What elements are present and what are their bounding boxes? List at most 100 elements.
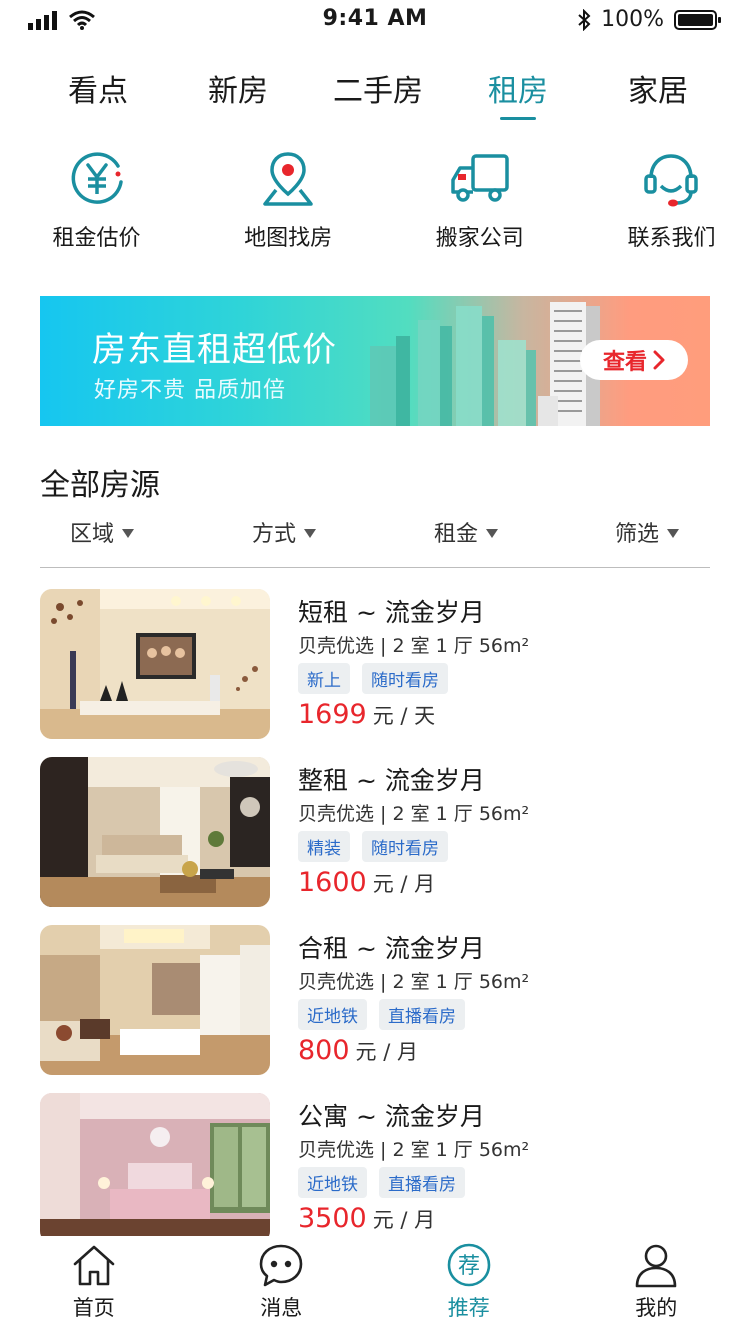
nav-home[interactable]: 首页 xyxy=(1,1236,186,1334)
dropdown-triangle-icon xyxy=(122,528,135,538)
battery-percent: 100% xyxy=(601,7,664,32)
listing-price: 1600 元 / 月 xyxy=(298,867,435,898)
home-icon xyxy=(73,1245,115,1286)
quick-entry-rent-estimate[interactable]: 租金估价 xyxy=(14,148,179,258)
listing-meta: 贝壳优选 | 2 室 1 厅 56m² xyxy=(298,635,530,657)
living-room-photo xyxy=(40,757,270,907)
listing-title: 短租 ~ 流金岁月 xyxy=(298,598,485,627)
listing-tag: 随时看房 xyxy=(362,831,448,862)
status-bar: 9:41 AM 100% xyxy=(0,0,750,40)
filter-area[interactable]: 区域 xyxy=(70,516,135,548)
dropdown-triangle-icon xyxy=(486,528,499,538)
tab-xinfang[interactable]: 新房 xyxy=(168,66,308,126)
price-value: 800 xyxy=(298,1035,350,1066)
nav-label: 首页 xyxy=(72,1296,115,1320)
listing-title: 合租 ~ 流金岁月 xyxy=(298,934,485,963)
listing-tag: 新上 xyxy=(298,663,350,694)
quick-entry-map[interactable]: 地图找房 xyxy=(206,148,371,258)
quick-entry-label: 搬家公司 xyxy=(435,226,524,251)
map-pin-icon xyxy=(263,152,313,206)
living-room-photo xyxy=(40,925,270,1075)
listing-meta: 贝壳优选 | 2 室 1 厅 56m² xyxy=(298,803,530,825)
filter-label: 筛选 xyxy=(615,522,660,547)
listing-tags: 近地铁 直播看房 xyxy=(298,1167,465,1198)
price-unit: 元 / 天 xyxy=(372,704,436,728)
listing-meta: 贝壳优选 | 2 室 1 厅 56m² xyxy=(298,1139,530,1161)
listing-photo xyxy=(40,1093,270,1243)
recommend-glyph: 荐 xyxy=(458,1254,480,1279)
listing-photo xyxy=(40,757,270,907)
recommend-icon: 荐 xyxy=(447,1243,491,1287)
quick-entries: 租金估价 地图找房 搬家公司 联系我们 xyxy=(14,148,750,258)
nav-label: 推荐 xyxy=(447,1296,490,1320)
tab-zufang[interactable]: 租房 xyxy=(448,66,588,126)
listing-title: 整租 ~ 流金岁月 xyxy=(298,766,485,795)
bluetooth-icon xyxy=(578,8,591,31)
listing-item[interactable]: 短租 ~ 流金岁月 贝壳优选 | 2 室 1 厅 56m² 新上 随时看房 16… xyxy=(40,589,710,739)
listing-tag: 精装 xyxy=(298,831,350,862)
listing-photo xyxy=(40,925,270,1075)
price-value: 1600 xyxy=(298,867,367,898)
listing-tags: 近地铁 直播看房 xyxy=(298,999,465,1030)
filter-rent[interactable]: 租金 xyxy=(434,516,499,548)
nav-messages[interactable]: 消息 xyxy=(189,1236,374,1334)
tab-ershoufang[interactable]: 二手房 xyxy=(308,66,448,126)
price-unit: 元 / 月 xyxy=(372,1208,436,1232)
banner-subtitle: 好房不贵 品质加倍 xyxy=(94,378,286,403)
filter-more[interactable]: 筛选 xyxy=(615,516,680,548)
tab-jiaju[interactable]: 家居 xyxy=(588,66,728,126)
section-title: 全部房源 xyxy=(40,468,160,503)
yuan-coin-icon xyxy=(71,152,123,204)
tab-label: 看点 xyxy=(68,74,128,109)
filter-label: 租金 xyxy=(434,522,479,547)
nav-recommend[interactable]: 荐 推荐 xyxy=(376,1236,561,1334)
banner-button-label: 查看 xyxy=(602,350,647,375)
listing-tag: 近地铁 xyxy=(298,1167,367,1198)
chevron-right-icon xyxy=(653,350,665,370)
listing-price: 1699 元 / 天 xyxy=(298,699,435,730)
listing-item[interactable]: 合租 ~ 流金岁月 贝壳优选 | 2 室 1 厅 56m² 近地铁 直播看房 8… xyxy=(40,925,710,1075)
battery-icon xyxy=(674,9,721,30)
dropdown-triangle-icon xyxy=(304,528,317,538)
user-icon xyxy=(635,1244,677,1288)
nav-profile[interactable]: 我的 xyxy=(564,1236,749,1334)
quick-entry-contact[interactable]: 联系我们 xyxy=(589,148,750,258)
listing-title: 公寓 ~ 流金岁月 xyxy=(298,1102,485,1131)
active-tab-indicator xyxy=(500,117,536,120)
tab-label: 二手房 xyxy=(333,74,423,109)
quick-entry-movers[interactable]: 搬家公司 xyxy=(397,148,562,258)
tab-label: 家居 xyxy=(628,74,688,109)
message-icon xyxy=(259,1244,303,1287)
price-unit: 元 / 月 xyxy=(355,1040,418,1064)
filter-label: 方式 xyxy=(252,522,297,547)
listing-tag: 直播看房 xyxy=(379,1167,465,1198)
listing-item[interactable]: 公寓 ~ 流金岁月 贝壳优选 | 2 室 1 厅 56m² 近地铁 直播看房 3… xyxy=(40,1093,710,1243)
nav-label: 我的 xyxy=(635,1296,678,1320)
living-room-photo xyxy=(40,589,270,739)
listing-price: 3500 元 / 月 xyxy=(298,1203,435,1234)
city-buildings-illustration xyxy=(370,302,600,426)
promo-banner[interactable]: 房东直租超低价 好房不贵 品质加倍 查看 xyxy=(40,296,710,426)
listing-price: 800 元 / 月 xyxy=(298,1035,418,1066)
price-value: 3500 xyxy=(298,1203,367,1234)
filter-method[interactable]: 方式 xyxy=(252,516,317,548)
filter-label: 区域 xyxy=(70,522,115,547)
listing-meta: 贝壳优选 | 2 室 1 厅 56m² xyxy=(298,971,530,993)
listing-tags: 精装 随时看房 xyxy=(298,831,448,862)
price-unit: 元 / 月 xyxy=(372,872,436,896)
truck-icon xyxy=(451,154,509,202)
tab-label: 租房 xyxy=(488,74,548,109)
tab-label: 新房 xyxy=(208,74,268,109)
status-right: 100% xyxy=(577,7,722,32)
banner-title: 房东直租超低价 xyxy=(92,330,337,370)
listing-tag: 随时看房 xyxy=(362,663,448,694)
price-value: 1699 xyxy=(298,699,367,730)
headset-icon xyxy=(644,154,699,207)
top-tabs: 看点 新房 二手房 租房 家居 xyxy=(28,66,728,126)
banner-view-button[interactable]: 查看 xyxy=(580,340,688,380)
listing-item[interactable]: 整租 ~ 流金岁月 贝壳优选 | 2 室 1 厅 56m² 精装 随时看房 16… xyxy=(40,757,710,907)
listing-tag: 直播看房 xyxy=(379,999,465,1030)
quick-entry-label: 联系我们 xyxy=(627,226,716,251)
tab-kandian[interactable]: 看点 xyxy=(28,66,168,126)
bedroom-photo xyxy=(40,1093,270,1243)
